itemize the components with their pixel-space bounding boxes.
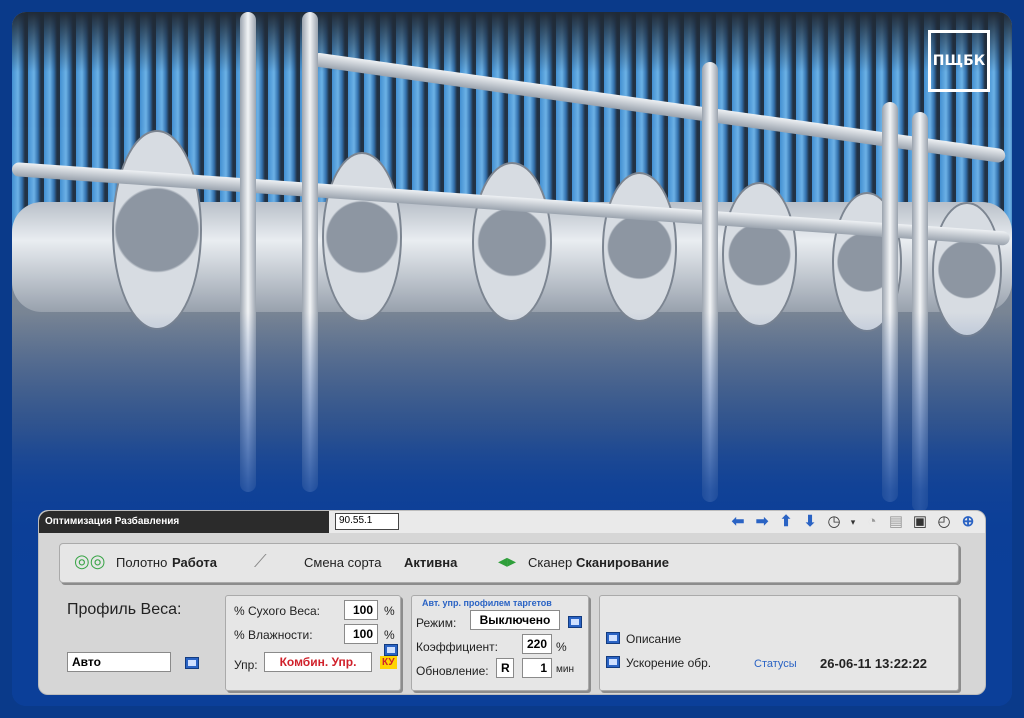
- arrow-down-icon[interactable]: ⬇: [801, 513, 819, 531]
- auto-profile-header: Авт. упр. профилем таргетов: [422, 598, 552, 608]
- coefficient-field[interactable]: 220: [522, 634, 552, 654]
- scanner-arrows-icon: ◂▸: [498, 551, 517, 571]
- grade-status: Активна: [404, 555, 458, 570]
- update-unit: мин: [556, 664, 574, 675]
- arrow-up-icon[interactable]: ⬆: [777, 513, 795, 531]
- info-box: Описание Ускорение обр. Статусы 26-06-11…: [599, 595, 959, 691]
- window-icon[interactable]: [568, 616, 582, 628]
- scanner-status: Сканирование: [576, 555, 669, 570]
- web-status: Работа: [172, 555, 217, 570]
- auto-profile-box: Авт. упр. профилем таргетов Режим: Выклю…: [411, 595, 589, 691]
- control-badge: КУ: [380, 656, 397, 669]
- flange-image: [112, 130, 202, 330]
- clock2-icon[interactable]: ◴: [935, 513, 953, 531]
- profile-mode-field[interactable]: Авто: [67, 652, 171, 672]
- flange-image: [472, 162, 552, 322]
- arrow-left-icon[interactable]: ⬅: [729, 513, 747, 531]
- control-label: Упр:: [234, 658, 258, 672]
- paper-roll-icon: ◎◎: [74, 551, 106, 571]
- zoom-icon[interactable]: ⊕: [959, 513, 977, 531]
- flange-image: [322, 152, 402, 322]
- profile-box: Профиль Веса: Авто: [59, 595, 219, 691]
- window-icon[interactable]: [606, 632, 620, 644]
- weights-box: % Сухого Веса: 100 % % Влажности: 100 % …: [225, 595, 401, 691]
- window-icon[interactable]: [384, 644, 398, 656]
- title-bar: Оптимизация Разбавления 90.55.1 ⬅ ➡ ⬆ ⬇ …: [39, 511, 985, 533]
- dropdown-icon[interactable]: ▾: [849, 513, 857, 531]
- acceleration-link[interactable]: Ускорение обр.: [626, 656, 711, 670]
- scanner-label: Сканер: [528, 555, 573, 570]
- update-interval-field[interactable]: 1: [522, 658, 552, 678]
- mode-label: Режим:: [416, 616, 457, 630]
- update-label: Обновление:: [416, 664, 489, 678]
- camera-icon[interactable]: ▣: [911, 513, 929, 531]
- profile-title: Профиль Веса:: [67, 601, 182, 618]
- address-field[interactable]: 90.55.1: [335, 513, 399, 530]
- coefficient-unit: %: [556, 640, 567, 654]
- dry-weight-label: % Сухого Веса:: [234, 604, 321, 618]
- auto-mode-field[interactable]: Выключено: [470, 610, 560, 630]
- description-link[interactable]: Описание: [626, 632, 681, 646]
- timer-icon[interactable]: ◔: [863, 513, 881, 531]
- brand-logo: ПЩБК: [928, 30, 990, 92]
- page-frame: ПЩБК Оптимизация Разбавления 90.55.1 ⬅ ➡…: [12, 12, 1012, 706]
- flange-image: [722, 182, 797, 327]
- web-label: Полотно: [116, 555, 168, 570]
- hmi-panel: Оптимизация Разбавления 90.55.1 ⬅ ➡ ⬆ ⬇ …: [38, 510, 986, 695]
- dry-weight-unit: %: [384, 604, 395, 618]
- window-icon[interactable]: [185, 657, 199, 669]
- statuses-link[interactable]: Статусы: [754, 658, 797, 670]
- status-row: ◎◎ Полотно Работа ⟋ Смена сорта Активна …: [59, 543, 959, 583]
- toolbar: ⬅ ➡ ⬆ ⬇ ◷ ▾ ◔ ▤ ▣ ◴ ⊕: [729, 512, 977, 532]
- moisture-field[interactable]: 100: [344, 624, 378, 644]
- arrow-right-icon[interactable]: ➡: [753, 513, 771, 531]
- refresh-button[interactable]: R: [496, 658, 514, 678]
- grade-label: Смена сорта: [304, 555, 382, 570]
- clock-icon[interactable]: ◷: [825, 513, 843, 531]
- window-title: Оптимизация Разбавления: [39, 511, 329, 533]
- timestamp: 26-06-11 13:22:22: [820, 656, 927, 671]
- print-icon[interactable]: ▤: [887, 513, 905, 531]
- coefficient-label: Коэффициент:: [416, 640, 498, 654]
- window-icon[interactable]: [606, 656, 620, 668]
- control-mode-field[interactable]: Комбин. Упр.: [264, 652, 372, 672]
- moisture-unit: %: [384, 628, 395, 642]
- grade-change-icon: ⟋: [254, 551, 267, 571]
- flange-image: [602, 172, 677, 322]
- moisture-label: % Влажности:: [234, 628, 313, 642]
- dry-weight-field[interactable]: 100: [344, 600, 378, 620]
